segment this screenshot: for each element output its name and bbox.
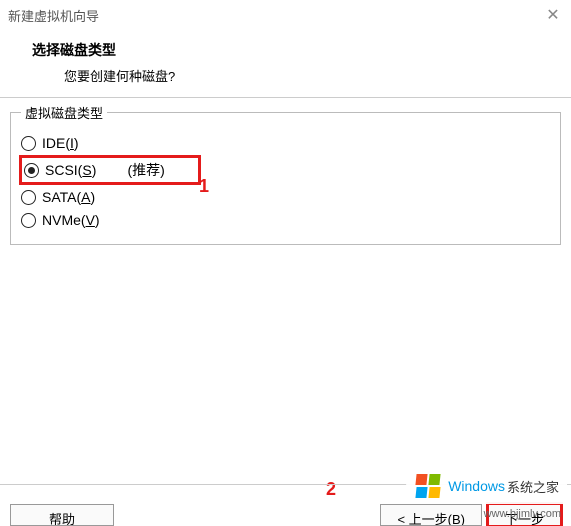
- radio-icon: [21, 190, 36, 205]
- page-subtitle: 您要创建何种磁盘?: [64, 66, 563, 85]
- help-button[interactable]: 帮助: [10, 504, 114, 526]
- back-button[interactable]: < 上一步(B): [380, 504, 482, 526]
- windows-logo-icon: [414, 472, 442, 500]
- close-icon[interactable]: ✕: [543, 5, 563, 25]
- page-title: 选择磁盘类型: [32, 40, 563, 60]
- watermark-brand: Windows: [448, 478, 505, 494]
- annotation-1: 1: [199, 176, 209, 197]
- radio-option-scsi[interactable]: SCSI(S) (推荐): [19, 155, 201, 185]
- radio-option-ide[interactable]: IDE(I): [19, 132, 552, 154]
- content-area: 虚拟磁盘类型 IDE(I) SCSI(S) (推荐) SATA(A) NVMe(…: [0, 98, 571, 259]
- titlebar: 新建虚拟机向导 ✕: [0, 0, 571, 30]
- radio-icon: [24, 163, 39, 178]
- radio-icon: [21, 136, 36, 151]
- radio-label: IDE(I): [42, 135, 79, 151]
- watermark: Windows 系统之家: [406, 468, 567, 504]
- radio-option-nvme[interactable]: NVMe(V): [19, 209, 552, 231]
- window-title: 新建虚拟机向导: [8, 6, 99, 25]
- wizard-header: 选择磁盘类型 您要创建何种磁盘?: [0, 30, 571, 98]
- radio-label: NVMe(V): [42, 212, 100, 228]
- radio-label: SATA(A): [42, 189, 95, 205]
- fieldset-legend: 虚拟磁盘类型: [21, 103, 107, 122]
- radio-option-sata[interactable]: SATA(A): [19, 186, 552, 208]
- disk-type-fieldset: 虚拟磁盘类型 IDE(I) SCSI(S) (推荐) SATA(A) NVMe(…: [10, 112, 561, 245]
- watermark-url: www.bjjmlv.com: [484, 508, 561, 520]
- radio-label: SCSI(S) (推荐): [45, 160, 165, 180]
- watermark-cn: 系统之家: [507, 477, 559, 496]
- radio-icon: [21, 213, 36, 228]
